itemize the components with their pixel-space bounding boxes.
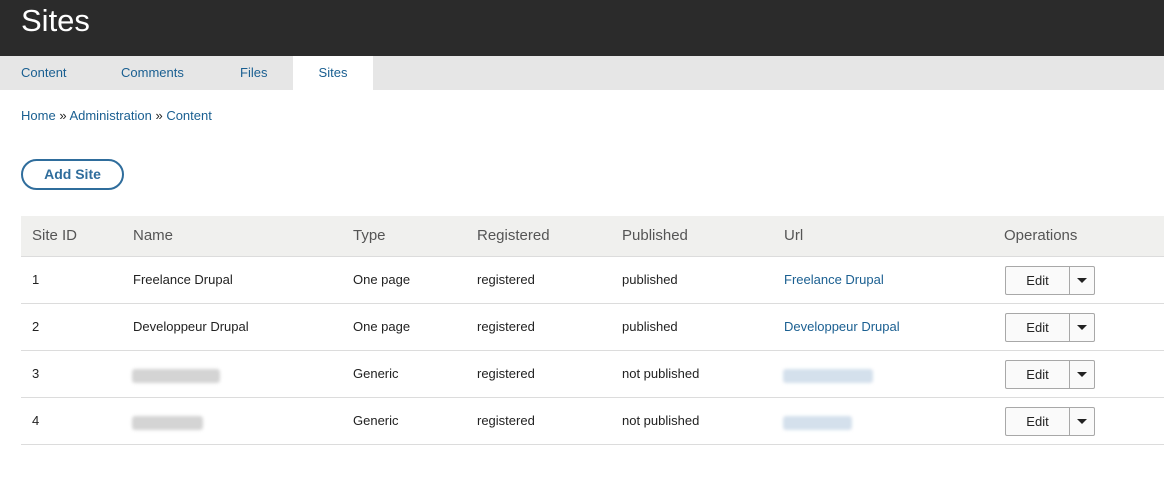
site-header: Sites	[0, 0, 1164, 56]
add-site-button[interactable]: Add Site	[21, 159, 124, 190]
table-row: 4 Generic registered not published Edit	[21, 398, 1164, 445]
published-cell: published	[622, 319, 678, 334]
breadcrumb-content-link[interactable]: Content	[166, 108, 212, 123]
sites-table: Site ID Name Type Registered Published U…	[21, 216, 1164, 445]
redacted-site-name	[132, 369, 220, 383]
site-id-cell: 3	[32, 366, 40, 381]
edit-button[interactable]: Edit	[1006, 267, 1070, 294]
operations-dropbutton: Edit	[1005, 407, 1095, 436]
caret-down-icon	[1077, 325, 1087, 330]
tab-files[interactable]: Files	[240, 56, 267, 90]
table-row: 1 Freelance Drupal One page registered p…	[21, 257, 1164, 304]
redacted-site-url-link[interactable]	[783, 369, 873, 383]
edit-button[interactable]: Edit	[1006, 408, 1070, 435]
redacted-site-url-link[interactable]	[783, 416, 852, 430]
column-header-operations: Operations	[1004, 227, 1078, 244]
registered-cell: registered	[477, 366, 535, 381]
site-url-link[interactable]: Freelance Drupal	[784, 257, 884, 303]
operations-dropbutton: Edit	[1005, 313, 1095, 342]
breadcrumb: Home » Administration » Content	[21, 108, 212, 123]
breadcrumb-home-link[interactable]: Home	[21, 108, 56, 123]
registered-cell: registered	[477, 272, 535, 287]
table-row: 3 Generic registered not published Edit	[21, 351, 1164, 398]
site-id-cell: 2	[32, 319, 40, 334]
tab-comments[interactable]: Comments	[121, 56, 184, 90]
operations-toggle-button[interactable]	[1070, 361, 1094, 388]
operations-dropbutton: Edit	[1005, 266, 1095, 295]
site-name-cell: Freelance Drupal	[133, 272, 233, 287]
registered-cell: registered	[477, 319, 535, 334]
column-header-name[interactable]: Name	[133, 216, 173, 256]
caret-down-icon	[1077, 419, 1087, 424]
breadcrumb-separator: »	[59, 108, 67, 123]
column-header-url[interactable]: Url	[784, 216, 803, 256]
published-cell: published	[622, 272, 678, 287]
table-row: 2 Developpeur Drupal One page registered…	[21, 304, 1164, 351]
site-type-cell: One page	[353, 272, 411, 287]
page-title: Sites	[21, 3, 90, 38]
table-header-row: Site ID Name Type Registered Published U…	[21, 216, 1164, 257]
redacted-site-name	[132, 416, 203, 430]
breadcrumb-administration-link[interactable]: Administration	[69, 108, 151, 123]
edit-button[interactable]: Edit	[1006, 314, 1070, 341]
site-id-cell: 4	[32, 413, 40, 428]
primary-tabs: Content Comments Files Sites	[0, 56, 1164, 90]
operations-dropbutton: Edit	[1005, 360, 1095, 389]
registered-cell: registered	[477, 413, 535, 428]
caret-down-icon	[1077, 372, 1087, 377]
operations-toggle-button[interactable]	[1070, 267, 1094, 294]
site-type-cell: One page	[353, 319, 411, 334]
breadcrumb-separator: »	[155, 108, 163, 123]
operations-toggle-button[interactable]	[1070, 314, 1094, 341]
site-type-cell: Generic	[353, 413, 399, 428]
column-header-published[interactable]: Published	[622, 216, 688, 256]
column-header-registered[interactable]: Registered	[477, 216, 550, 256]
site-name-cell: Developpeur Drupal	[133, 319, 249, 334]
operations-toggle-button[interactable]	[1070, 408, 1094, 435]
tab-sites[interactable]: Sites	[293, 56, 373, 90]
tab-content[interactable]: Content	[21, 56, 67, 90]
published-cell: not published	[622, 366, 700, 381]
column-header-site-id[interactable]: Site ID	[32, 216, 77, 256]
column-header-type[interactable]: Type	[353, 216, 386, 256]
caret-down-icon	[1077, 278, 1087, 283]
edit-button[interactable]: Edit	[1006, 361, 1070, 388]
site-id-cell: 1	[32, 272, 40, 287]
site-type-cell: Generic	[353, 366, 399, 381]
published-cell: not published	[622, 413, 700, 428]
site-url-link[interactable]: Developpeur Drupal	[784, 304, 900, 350]
